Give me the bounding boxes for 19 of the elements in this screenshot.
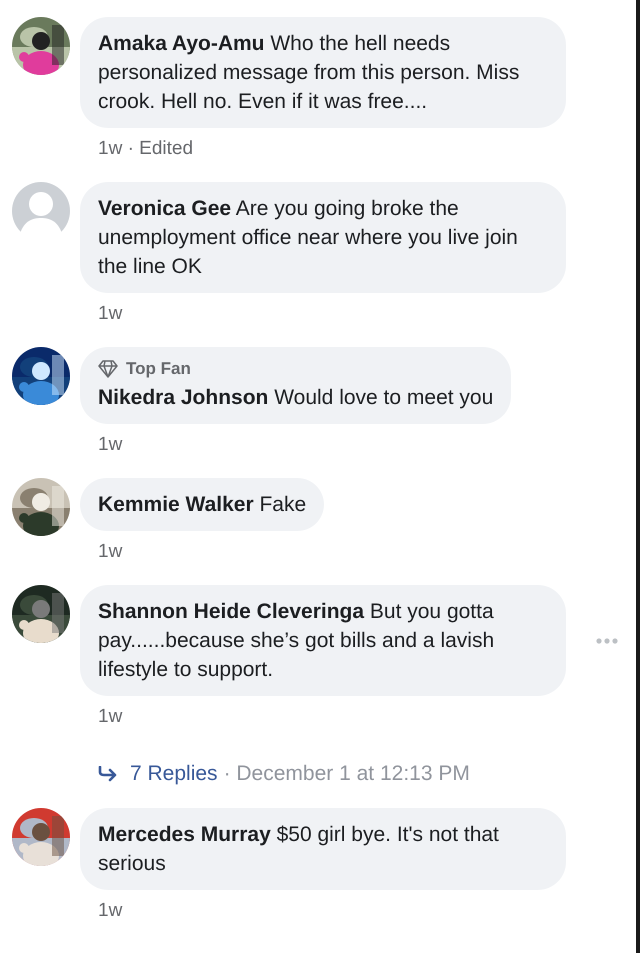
comment-text: Veronica Gee Are you going broke the unemployment office near where you live join the line OK [98, 196, 519, 280]
comment-timestamp: 1w [98, 434, 122, 456]
view-replies-link[interactable]: 7 Replies [130, 762, 218, 786]
diamond-icon [98, 360, 118, 378]
more-options-icon[interactable] [596, 638, 618, 644]
comment-text: Mercedes Murray $50 girl bye. It's not that serious [98, 822, 500, 877]
reply-date: · December 1 at 12:13 PM [224, 762, 470, 786]
comment-timestamp: 1w [98, 303, 122, 325]
comment-timestamp: 1w [98, 541, 122, 563]
default-avatar-icon [12, 182, 70, 240]
comment-timestamp: 1w · Edited [98, 138, 194, 160]
comment-text: Kemmie Walker Fake [98, 492, 306, 518]
comment-text: Amaka Ayo-Amu Who the hell needs personalized message from this person. Miss crook. Hell no. Even if it was free.... [98, 31, 520, 115]
top-fan-label: Top Fan [126, 359, 191, 379]
comment-text: Nikedra Johnson Would love to meet you [98, 385, 494, 411]
comment-timestamp: 1w [98, 706, 122, 728]
reply-arrow-icon [98, 766, 118, 782]
comment-text: Shannon Heide Cleveringa But you gotta pay......because she’s got bills and a lavish lifestyle to support. [98, 599, 496, 683]
comment-timestamp: 1w [98, 900, 122, 922]
